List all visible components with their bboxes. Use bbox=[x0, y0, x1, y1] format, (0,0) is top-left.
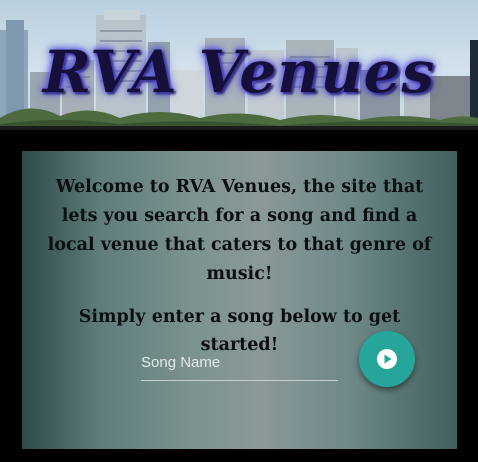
search-submit-button[interactable] bbox=[359, 331, 415, 387]
play-circle-icon bbox=[377, 349, 397, 369]
intro-card: Welcome to RVA Venues, the site that let… bbox=[22, 151, 457, 449]
song-search-form bbox=[22, 329, 457, 389]
banner-divider bbox=[0, 126, 478, 130]
header-banner: RVA Venues bbox=[0, 0, 478, 130]
welcome-text: Welcome to RVA Venues, the site that let… bbox=[47, 177, 432, 284]
site-title: RVA Venues bbox=[42, 38, 436, 106]
song-name-input[interactable] bbox=[141, 349, 338, 381]
